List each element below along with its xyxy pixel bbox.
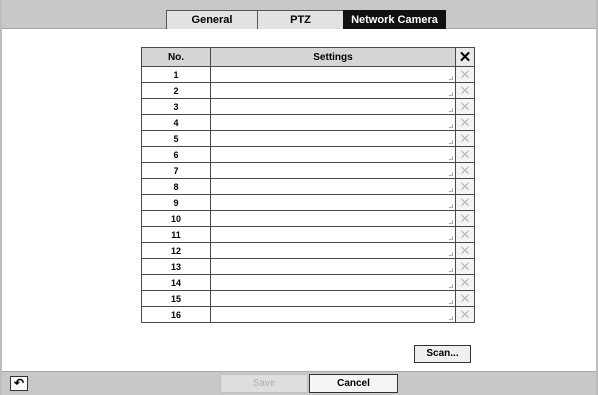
table-row: 9 ✕ [141, 194, 475, 211]
row-number: 5 [141, 130, 211, 147]
row-number: 2 [141, 82, 211, 99]
row-number: 11 [141, 226, 211, 243]
row-number: 7 [141, 162, 211, 179]
delete-row-icon[interactable]: ✕ [455, 130, 475, 147]
delete-row-icon[interactable]: ✕ [455, 66, 475, 83]
table-row: 16 ✕ [141, 306, 475, 323]
row-number: 8 [141, 178, 211, 195]
table-row: 11 ✕ [141, 226, 475, 243]
row-number: 14 [141, 274, 211, 291]
row-number: 6 [141, 146, 211, 163]
delete-row-icon[interactable]: ✕ [455, 242, 475, 259]
delete-row-icon[interactable]: ✕ [455, 194, 475, 211]
table-row: 15 ✕ [141, 290, 475, 307]
row-settings-field[interactable] [210, 210, 456, 227]
row-settings-field[interactable] [210, 258, 456, 275]
delete-row-icon[interactable]: ✕ [455, 306, 475, 323]
save-button: Save [220, 374, 308, 393]
back-button[interactable]: ↶ [10, 376, 28, 391]
delete-row-icon[interactable]: ✕ [455, 274, 475, 291]
row-settings-field[interactable] [210, 82, 456, 99]
table-row: 5 ✕ [141, 130, 475, 147]
row-settings-field[interactable] [210, 194, 456, 211]
tab-ptz[interactable]: PTZ [257, 10, 344, 29]
row-number: 15 [141, 290, 211, 307]
row-settings-field[interactable] [210, 146, 456, 163]
row-settings-field[interactable] [210, 178, 456, 195]
delete-row-icon[interactable]: ✕ [455, 82, 475, 99]
row-number: 10 [141, 210, 211, 227]
cancel-button[interactable]: Cancel [309, 374, 398, 393]
delete-row-icon[interactable]: ✕ [455, 178, 475, 195]
delete-row-icon[interactable]: ✕ [455, 210, 475, 227]
row-number: 13 [141, 258, 211, 275]
row-settings-field[interactable] [210, 306, 456, 323]
table-row: 14 ✕ [141, 274, 475, 291]
table-row: 7 ✕ [141, 162, 475, 179]
network-camera-setup-window: General PTZ Network Camera No. Settings … [0, 0, 598, 395]
row-settings-field[interactable] [210, 290, 456, 307]
tab-general[interactable]: General [166, 10, 258, 29]
row-number: 4 [141, 114, 211, 131]
tab-network-camera[interactable]: Network Camera [343, 10, 446, 29]
table-body: 1 ✕ 2 ✕ 3 ✕ 4 ✕ 5 ✕ 6 ✕ 7 ✕ 8 ✕ 9 ✕ 10 ✕ 11 ✕ 12 ✕ 13 ✕ 14 ✕ 15 ✕ 16 ✕ [141, 66, 475, 323]
row-number: 9 [141, 194, 211, 211]
table-row: 2 ✕ [141, 82, 475, 99]
row-settings-field[interactable] [210, 242, 456, 259]
column-header-no: No. [141, 47, 211, 67]
column-header-settings: Settings [210, 47, 456, 67]
undo-arrow-icon: ↶ [13, 376, 25, 390]
row-number: 12 [141, 242, 211, 259]
row-settings-field[interactable] [210, 114, 456, 131]
tab-bar: General PTZ Network Camera [2, 0, 596, 29]
row-settings-field[interactable] [210, 274, 456, 291]
table-row: 8 ✕ [141, 178, 475, 195]
delete-row-icon[interactable]: ✕ [455, 98, 475, 115]
row-settings-field[interactable] [210, 130, 456, 147]
delete-all-icon[interactable]: ✕ [455, 47, 475, 67]
scan-button[interactable]: Scan... [414, 345, 471, 363]
row-settings-field[interactable] [210, 162, 456, 179]
delete-row-icon[interactable]: ✕ [455, 114, 475, 131]
row-settings-field[interactable] [210, 98, 456, 115]
row-settings-field[interactable] [210, 66, 456, 83]
table-row: 6 ✕ [141, 146, 475, 163]
row-settings-field[interactable] [210, 226, 456, 243]
delete-row-icon[interactable]: ✕ [455, 226, 475, 243]
delete-row-icon[interactable]: ✕ [455, 162, 475, 179]
table-row: 3 ✕ [141, 98, 475, 115]
table-row: 13 ✕ [141, 258, 475, 275]
delete-row-icon[interactable]: ✕ [455, 146, 475, 163]
delete-row-icon[interactable]: ✕ [455, 290, 475, 307]
row-number: 1 [141, 66, 211, 83]
table-row: 12 ✕ [141, 242, 475, 259]
row-number: 3 [141, 98, 211, 115]
row-number: 16 [141, 306, 211, 323]
network-camera-table: No. Settings ✕ 1 ✕ 2 ✕ 3 ✕ 4 ✕ 5 ✕ 6 ✕ 7 ✕ 8 ✕ 9 ✕ 10 ✕ 11 ✕ 1… [141, 47, 475, 323]
table-row: 10 ✕ [141, 210, 475, 227]
table-row: 1 ✕ [141, 66, 475, 83]
delete-row-icon[interactable]: ✕ [455, 258, 475, 275]
table-row: 4 ✕ [141, 114, 475, 131]
table-header-row: No. Settings ✕ [141, 47, 475, 67]
bottom-bar: ↶ Save Cancel [2, 371, 596, 395]
